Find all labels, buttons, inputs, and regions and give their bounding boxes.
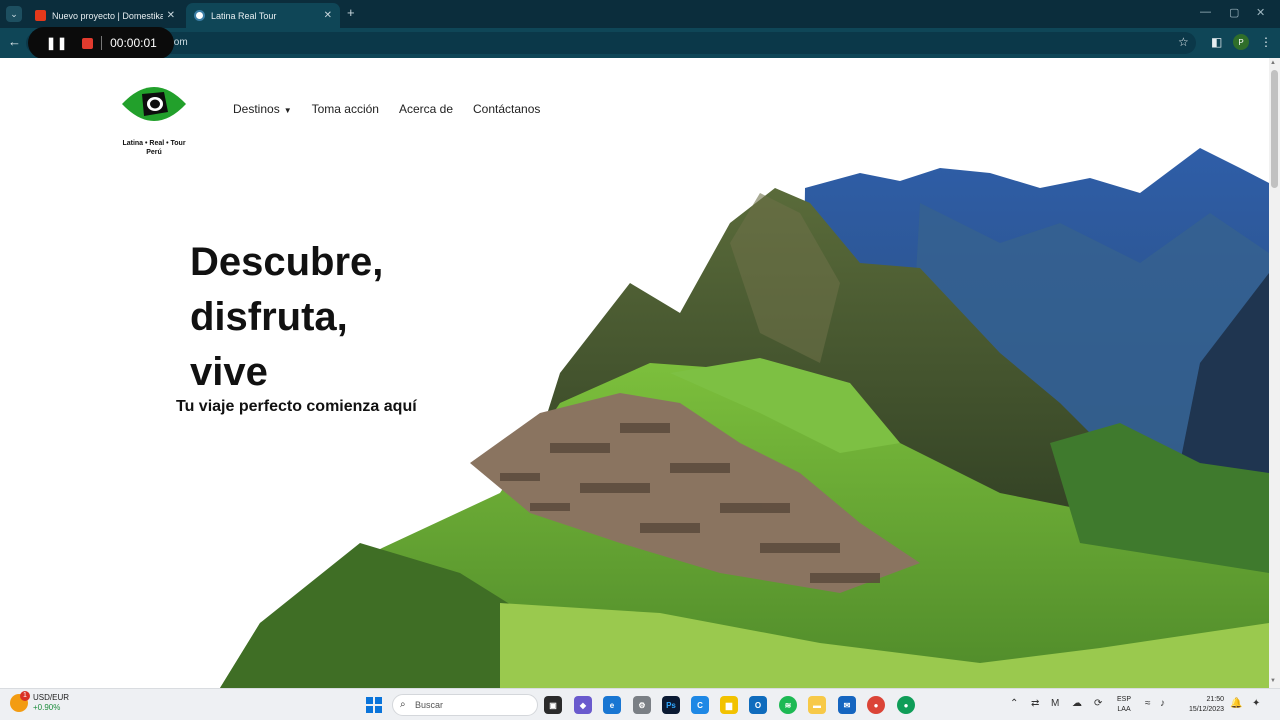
scroll-up-icon[interactable]: ▲ [1270, 60, 1276, 66]
logo-line-1: Latina • Real • Tour [122, 140, 186, 147]
hero-subheadline: Tu viaje perfecto comienza aquí [176, 398, 417, 415]
sync-icon[interactable]: ⟳ [1094, 698, 1102, 709]
headline-line-2: disfruta, [190, 295, 348, 339]
windows-start-icon[interactable] [366, 697, 382, 713]
menu-dots-icon[interactable]: ⋮ [1260, 35, 1272, 49]
search-placeholder: Buscar [415, 700, 444, 710]
divider [101, 36, 103, 50]
taskbar: 1 USD/EUR +0.90% ⌕ Buscar ▣ ◆ e ⚙ Ps C ▆… [0, 688, 1280, 720]
folder-icon[interactable]: ▬ [808, 696, 826, 714]
chevron-down-icon: ▼ [283, 106, 292, 115]
new-tab-plus-icon[interactable]: + [347, 5, 355, 20]
hero-headline: Descubre, disfruta, vive [190, 235, 383, 400]
tab-search-chevron-icon[interactable]: ⌄ [6, 6, 22, 22]
bookmark-star-icon[interactable]: ☆ [1178, 35, 1189, 49]
copilot-tray-icon[interactable]: ✦ [1252, 698, 1260, 709]
file-explorer-icon[interactable]: ▆ [720, 696, 738, 714]
tab-latina-real-tour[interactable]: Latina Real Tour ✕ [186, 3, 340, 28]
stop-icon[interactable] [82, 37, 94, 49]
volume-icon[interactable]: ♪ [1160, 698, 1165, 709]
spotify-icon[interactable]: ≋ [779, 696, 797, 714]
search-icon: ⌕ [400, 699, 406, 710]
page-scrollbar[interactable]: ▲ ▼ [1269, 58, 1280, 688]
headline-line-1: Descubre, [190, 240, 384, 284]
url-field[interactable]: .com [26, 32, 1196, 54]
close-icon[interactable]: ✕ [324, 10, 332, 21]
close-icon[interactable]: ✕ [167, 10, 175, 21]
currency-pair: USD/EUR [33, 693, 70, 702]
nav-item-toma-accion[interactable]: Toma acción [312, 102, 379, 116]
screen-recorder-pill: ❚❚ 00:00:01 [28, 27, 174, 59]
nav-item-contactanos[interactable]: Contáctanos [473, 102, 540, 116]
system-clock[interactable]: 21:50 15/12/2023 [1180, 695, 1224, 715]
tab-strip: ⌄ Nuevo proyecto | Domestika ✕ Latina Re… [0, 0, 1280, 28]
cloud-icon[interactable]: ☁ [1072, 698, 1082, 709]
chevron-up-icon[interactable]: ⌃ [1010, 698, 1018, 709]
tab-title: Latina Real Tour [211, 10, 277, 21]
page-viewport: Latina • Real • Tour Perú Destinos ▼ Toma… [0, 58, 1269, 688]
outlook-icon[interactable]: O [749, 696, 767, 714]
recording-timer: 00:00:01 [110, 36, 157, 50]
language-code: ESP [1117, 696, 1132, 703]
market-icon: 1 [10, 691, 30, 712]
clock-time: 21:50 [1206, 696, 1224, 703]
nav-item-destinos[interactable]: Destinos ▼ [233, 102, 292, 116]
tray-app-icon[interactable]: ⇄ [1031, 698, 1039, 709]
photoshop-icon[interactable]: Ps [662, 696, 680, 714]
input-language[interactable]: ESP LAA [1117, 695, 1131, 715]
site-logo[interactable]: Latina • Real • Tour Perú [116, 78, 192, 157]
scroll-thumb[interactable] [1271, 70, 1278, 188]
clock-date: 15/12/2023 [1188, 706, 1224, 713]
headline-line-3: vive [190, 350, 268, 394]
main-nav: Destinos ▼ Toma acción Acerca de Contácta… [233, 102, 540, 116]
edge-icon[interactable]: e [603, 696, 621, 714]
taskbar-search[interactable]: ⌕ Buscar [392, 694, 538, 716]
bell-icon[interactable]: 🔔 [1230, 698, 1242, 709]
mail-icon[interactable]: ✉ [838, 696, 856, 714]
nav-label: Destinos [233, 102, 280, 116]
keyboard-layout: LAA [1117, 706, 1131, 713]
chrome-profile-icon[interactable]: ● [897, 696, 915, 714]
chrome-icon[interactable]: ● [867, 696, 885, 714]
window-close-icon[interactable]: ✕ [1256, 6, 1265, 19]
app-c-icon[interactable]: C [691, 696, 709, 714]
scroll-down-icon[interactable]: ▼ [1270, 678, 1276, 684]
wifi-icon[interactable]: ≈ [1145, 698, 1151, 709]
eye-logo-icon [122, 87, 186, 121]
side-panel-icon[interactable]: ◧ [1211, 35, 1222, 49]
widgets-button[interactable]: 1 USD/EUR +0.90% [10, 691, 70, 713]
address-bar: ← .com [0, 28, 1280, 58]
tab-domestika[interactable]: Nuevo proyecto | Domestika ✕ [27, 3, 183, 28]
notification-badge: 1 [20, 691, 30, 701]
domestika-favicon-icon [35, 10, 46, 21]
tray-meter-icon[interactable]: M [1051, 698, 1059, 709]
task-view-icon[interactable]: ▣ [544, 696, 562, 714]
restore-icon[interactable]: ▢ [1229, 6, 1239, 19]
tab-title: Nuevo proyecto | Domestika [52, 10, 163, 21]
wordpress-favicon-icon [194, 10, 205, 21]
copilot-icon[interactable]: ◆ [574, 696, 592, 714]
profile-avatar[interactable]: P [1233, 34, 1249, 50]
nav-item-acerca-de[interactable]: Acerca de [399, 102, 453, 116]
logo-line-2: Perú [146, 149, 162, 156]
back-arrow-icon[interactable]: ← [8, 34, 21, 49]
pause-icon[interactable]: ❚❚ [46, 36, 68, 50]
minimize-icon[interactable]: — [1200, 6, 1211, 18]
settings-gear-icon[interactable]: ⚙ [633, 696, 651, 714]
currency-change: +0.90% [33, 703, 61, 712]
